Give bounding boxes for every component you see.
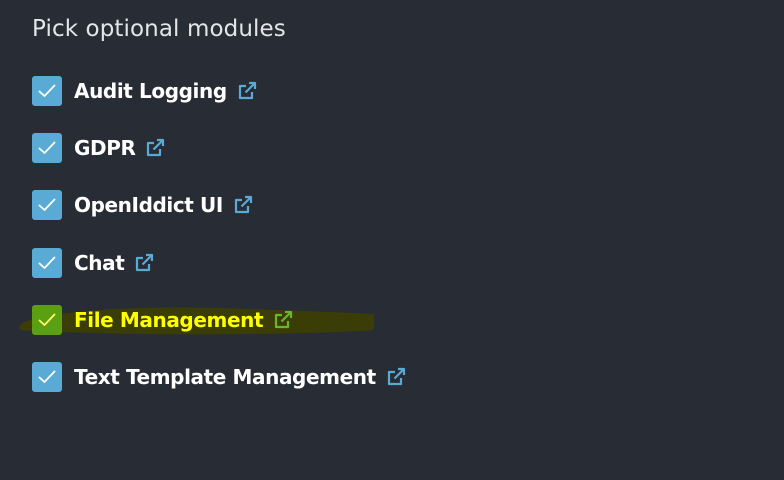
- module-checkbox-openiddict-ui[interactable]: [32, 190, 62, 221]
- module-row-gdpr: GDPR: [32, 133, 752, 190]
- module-checkbox-text-template-management[interactable]: [32, 361, 62, 392]
- module-label-gdpr: GDPR: [74, 136, 136, 161]
- module-checkbox-audit-logging[interactable]: [32, 76, 62, 106]
- module-checkbox-chat[interactable]: [32, 247, 62, 278]
- module-checkbox-file-management[interactable]: [32, 304, 62, 335]
- module-row-text-template-management: Text Template Management: [32, 361, 752, 419]
- check-icon: [38, 198, 56, 212]
- check-icon: [38, 141, 56, 155]
- check-icon: [38, 370, 56, 383]
- module-row-openiddict-ui: OpenIddict UI: [32, 190, 752, 247]
- check-icon: [38, 256, 56, 269]
- module-row-file-management: File Management: [19, 304, 752, 362]
- module-label-chat: Chat: [74, 250, 125, 275]
- external-link-icon[interactable]: [134, 253, 154, 273]
- module-label-file-management: File Management: [74, 307, 264, 332]
- module-list: Audit Logging GDPR OpenIddict UI Chat Fi…: [19, 76, 752, 419]
- external-link-icon[interactable]: [237, 81, 257, 101]
- module-row-chat: Chat: [32, 247, 752, 305]
- external-link-icon[interactable]: [145, 138, 165, 158]
- external-link-icon[interactable]: [273, 310, 293, 330]
- check-icon: [38, 313, 56, 326]
- page-title: Pick optional modules: [32, 16, 286, 42]
- module-checkbox-gdpr[interactable]: [32, 133, 62, 164]
- module-label-openiddict-ui: OpenIddict UI: [74, 193, 223, 218]
- module-label-text-template-management: Text Template Management: [74, 364, 376, 389]
- external-link-icon[interactable]: [386, 367, 406, 387]
- module-label-audit-logging: Audit Logging: [74, 79, 227, 103]
- check-icon: [38, 84, 56, 97]
- module-row-audit-logging: Audit Logging: [32, 76, 752, 133]
- external-link-icon[interactable]: [233, 195, 253, 215]
